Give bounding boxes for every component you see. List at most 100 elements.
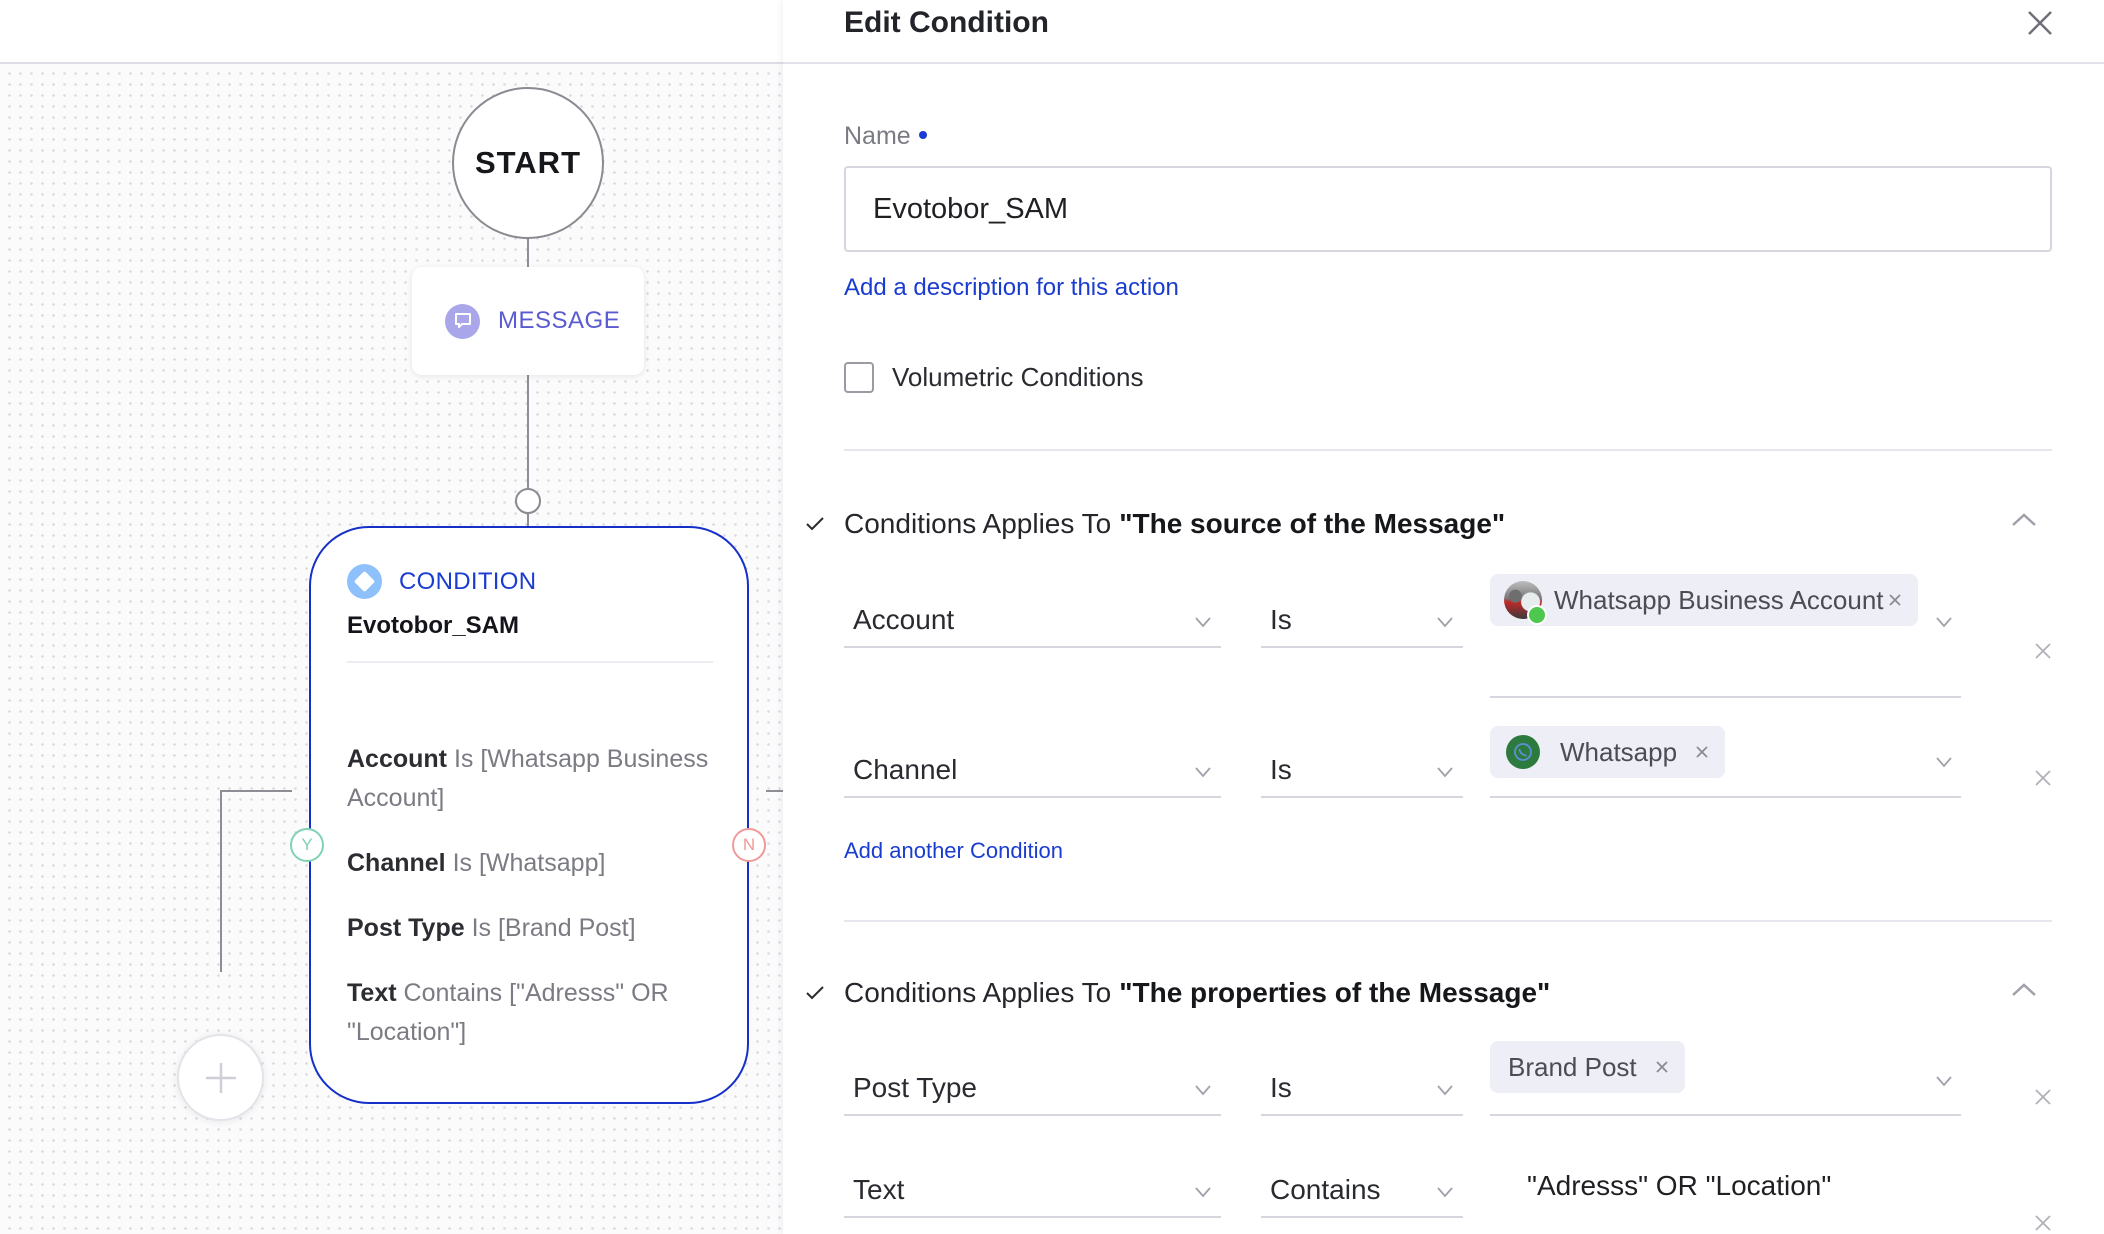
operator-select-value: Is <box>1270 604 1292 635</box>
name-label-text: Name <box>844 122 911 150</box>
chip-label: Whatsapp <box>1560 736 1678 767</box>
add-description-link[interactable]: Add a description for this action <box>844 274 1179 302</box>
flow-canvas[interactable]: START MESSAGE CONDITION Evotobor_SAM Acc… <box>0 64 790 1234</box>
whatsapp-icon <box>1506 735 1540 769</box>
remove-chip-icon[interactable] <box>1888 593 1902 607</box>
chevron-down-icon <box>1437 767 1453 778</box>
name-input[interactable] <box>844 166 2052 252</box>
section-divider <box>844 920 2052 922</box>
panel-header: Edit Condition <box>783 0 2104 64</box>
value-multiselect[interactable]: Whatsapp <box>1490 726 1961 798</box>
remove-condition-button[interactable] <box>2034 1088 2052 1106</box>
start-node[interactable]: START <box>452 87 604 239</box>
rule-field: Channel <box>347 849 446 877</box>
value-multiselect[interactable]: Brand Post <box>1490 1041 1961 1116</box>
field-select[interactable]: Post Type <box>844 1064 1221 1116</box>
operator-select[interactable]: Is <box>1261 1064 1463 1116</box>
add-node-button[interactable] <box>177 1034 264 1121</box>
section-prefix: Conditions Applies To <box>844 508 1112 539</box>
condition-node-name: Evotobor_SAM <box>347 612 520 639</box>
rule-text: Is [Brand Post] <box>464 914 636 942</box>
volumetric-conditions-label: Volumetric Conditions <box>892 362 1144 392</box>
name-label: Name <box>844 122 927 151</box>
account-avatar <box>1504 581 1547 625</box>
diamond-icon <box>347 564 382 599</box>
condition-rule: Text Contains ["Adresss" OR "Location"] <box>347 974 717 1052</box>
field-select[interactable]: Account <box>844 596 1221 648</box>
connector-yes-down <box>220 790 222 972</box>
text-value-input[interactable]: "Adresss" OR "Location" <box>1527 1170 1831 1202</box>
collapse-section-button[interactable] <box>2009 510 2039 530</box>
check-icon <box>806 517 824 531</box>
panel-title: Edit Condition <box>844 6 1049 39</box>
chevron-down-icon <box>1195 1085 1211 1096</box>
chevron-down-icon[interactable] <box>1935 756 1953 768</box>
operator-select-value: Contains <box>1270 1174 1381 1205</box>
chevron-down-icon <box>1437 617 1453 628</box>
chevron-down-icon[interactable] <box>1935 616 1953 628</box>
chip-label: Whatsapp Business Account <box>1554 584 1884 615</box>
required-indicator <box>918 131 927 140</box>
chevron-down-icon[interactable] <box>1935 1075 1953 1087</box>
add-another-condition-link[interactable]: Add another Condition <box>844 838 1063 864</box>
close-icon <box>2035 1089 2051 1105</box>
connector-junction[interactable] <box>515 488 541 514</box>
message-node[interactable]: MESSAGE <box>412 267 644 375</box>
operator-select[interactable]: Is <box>1261 596 1463 648</box>
rule-field: Post Type <box>347 914 465 942</box>
field-select-value: Post Type <box>853 1072 978 1103</box>
chat-bubble-icon <box>445 303 480 339</box>
close-icon <box>2028 11 2052 35</box>
remove-condition-button[interactable] <box>2034 1214 2052 1232</box>
chevron-down-icon <box>1195 617 1211 628</box>
chip-label: Brand Post <box>1508 1051 1637 1082</box>
message-node-label: MESSAGE <box>498 307 621 334</box>
condition-rules-list: Account Is [Whatsapp Business Account] C… <box>347 740 717 1078</box>
no-branch-badge[interactable]: N <box>732 828 766 862</box>
plus-icon <box>205 1062 236 1093</box>
remove-condition-button[interactable] <box>2034 769 2052 787</box>
whatsapp-badge-icon <box>1527 605 1547 625</box>
field-select-value: Text <box>853 1174 905 1205</box>
condition-rule: Post Type Is [Brand Post] <box>347 909 717 948</box>
rule-text: Is [Whatsapp] <box>445 849 606 877</box>
chevron-up-icon <box>2012 983 2036 996</box>
close-button[interactable] <box>2023 6 2057 40</box>
connector-yes-branch <box>220 790 292 792</box>
value-chip: Whatsapp Business Account <box>1490 574 1918 626</box>
section-source-header[interactable]: Conditions Applies To "The source of the… <box>805 508 1505 540</box>
condition-rule: Account Is [Whatsapp Business Account] <box>347 740 717 818</box>
chevron-down-icon <box>1195 1187 1211 1198</box>
section-properties-header[interactable]: Conditions Applies To "The properties of… <box>805 977 1550 1009</box>
volumetric-conditions-checkbox[interactable] <box>844 362 874 393</box>
rule-field: Text <box>347 979 397 1007</box>
yes-branch-badge[interactable]: Y <box>290 828 324 862</box>
chevron-down-icon <box>1195 767 1211 778</box>
field-select[interactable]: Text <box>844 1166 1221 1218</box>
condition-node[interactable]: CONDITION Evotobor_SAM Account Is [Whats… <box>309 526 749 1104</box>
section-prefix: Conditions Applies To <box>844 977 1112 1008</box>
collapse-section-button[interactable] <box>2009 980 2039 1000</box>
chevron-down-icon <box>1437 1085 1453 1096</box>
condition-node-header: CONDITION <box>347 564 536 599</box>
close-icon <box>2035 1215 2051 1231</box>
connector-start-message <box>527 237 529 269</box>
start-label: START <box>474 145 582 180</box>
value-multiselect[interactable]: Whatsapp Business Account <box>1490 574 1961 698</box>
condition-type-label: CONDITION <box>399 567 537 595</box>
operator-select-value: Is <box>1270 1072 1292 1103</box>
chevron-up-icon <box>2012 513 2036 526</box>
value-chip: Brand Post <box>1490 1041 1685 1093</box>
operator-select-value: Is <box>1270 754 1292 785</box>
remove-chip-icon[interactable] <box>1655 1060 1669 1074</box>
remove-chip-icon[interactable] <box>1695 745 1709 759</box>
value-chip: Whatsapp <box>1490 726 1726 778</box>
field-select[interactable]: Channel <box>844 746 1221 798</box>
connector-message-junction <box>527 375 529 489</box>
section-divider <box>844 449 2052 451</box>
close-icon <box>2035 770 2051 786</box>
remove-condition-button[interactable] <box>2034 642 2052 660</box>
operator-select[interactable]: Is <box>1261 746 1463 798</box>
rule-field: Account <box>347 745 447 773</box>
operator-select[interactable]: Contains <box>1261 1166 1463 1218</box>
